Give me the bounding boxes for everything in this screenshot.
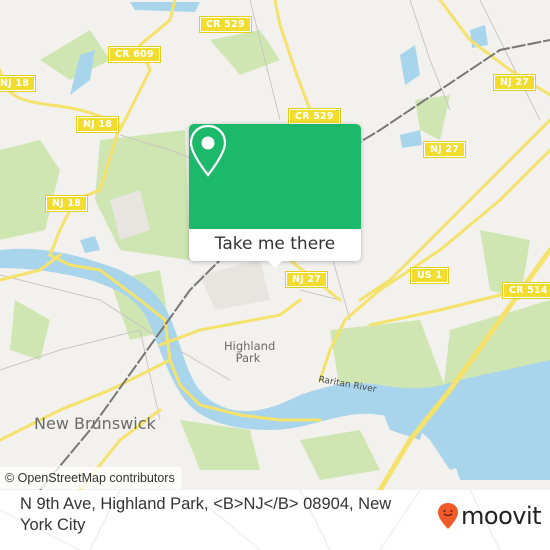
moovit-pin-smile-icon bbox=[438, 503, 458, 529]
moovit-wordmark: moovit bbox=[461, 502, 542, 530]
road-shield-nj18: NJ 18 bbox=[0, 75, 37, 92]
place-label-highland-park: Highland Park bbox=[224, 339, 276, 365]
road-shield-nj18: NJ 18 bbox=[44, 195, 89, 212]
place-label-new-brunswick: New Brunswick bbox=[34, 414, 156, 433]
road-shield-cr529: CR 529 bbox=[199, 16, 252, 33]
road-shield-nj27: NJ 27 bbox=[422, 141, 467, 158]
road-shield-nj27: NJ 27 bbox=[284, 271, 329, 288]
take-me-there-button[interactable]: Take me there bbox=[189, 229, 361, 261]
road-shield-us1: US 1 bbox=[409, 267, 450, 284]
moovit-logo[interactable]: moovit bbox=[437, 502, 542, 530]
address-text: N 9th Ave, Highland Park, <B>NJ</B> 0890… bbox=[20, 495, 392, 534]
location-pin-icon bbox=[189, 124, 227, 177]
road-shield-cr609: CR 609 bbox=[108, 46, 161, 63]
popup-header bbox=[189, 124, 361, 229]
road-shield-nj18: NJ 18 bbox=[75, 116, 120, 133]
map-attribution[interactable]: © OpenStreetMap contributors bbox=[0, 467, 181, 489]
road-shield-nj27: NJ 27 bbox=[492, 74, 537, 91]
road-shield-cr529: CR 529 bbox=[288, 108, 341, 125]
road-shield-cr514: CR 514 bbox=[502, 282, 550, 299]
location-popup: Take me there bbox=[189, 124, 361, 268]
map-canvas[interactable]: CR 529 CR 609 NJ 27 NJ 18 NJ 18 CR 529 N… bbox=[0, 0, 550, 490]
popup-pointer bbox=[267, 260, 283, 268]
